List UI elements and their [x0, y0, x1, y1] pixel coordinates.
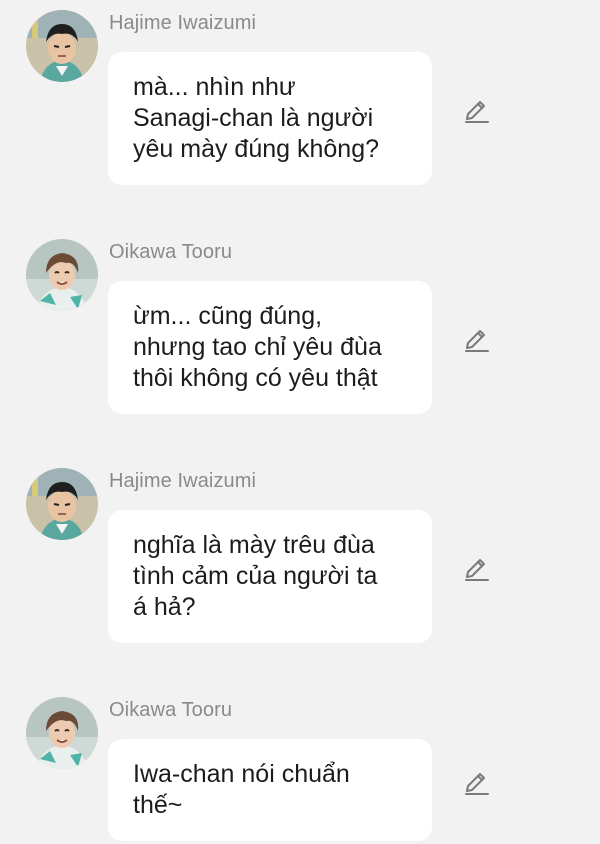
- pencil-icon[interactable]: [462, 96, 492, 126]
- chat-message: Oikawa Tooru Iwa-chan nói chuẩn thế~: [0, 697, 600, 844]
- sender-name: Hajime Iwaizumi: [109, 470, 257, 492]
- avatar-oikawa[interactable]: [26, 697, 98, 769]
- message-bubble[interactable]: Iwa-chan nói chuẩn thế~: [108, 739, 432, 841]
- sender-name: Oikawa Tooru: [109, 241, 233, 263]
- avatar-oikawa[interactable]: [26, 239, 98, 311]
- pencil-icon[interactable]: [462, 768, 492, 798]
- message-text: nghĩa là mày trêu đùa tình cảm của người…: [133, 531, 378, 621]
- pencil-icon[interactable]: [462, 554, 492, 584]
- message-text: Iwa-chan nói chuẩn thế~: [133, 760, 350, 819]
- avatar-iwaizumi[interactable]: [26, 10, 98, 82]
- message-text: ừm... cũng đúng, nhưng tao chỉ yêu đùa t…: [133, 302, 382, 392]
- pencil-icon[interactable]: [462, 325, 492, 355]
- message-bubble[interactable]: mà... nhìn như Sanagi-chan là người yêu …: [108, 52, 432, 185]
- message-text: mà... nhìn như Sanagi-chan là người yêu …: [133, 73, 380, 163]
- chat-message: Oikawa Tooru ừm... cũng đúng, nhưng tao …: [0, 239, 600, 419]
- sender-name: Hajime Iwaizumi: [109, 12, 257, 34]
- avatar-iwaizumi[interactable]: [26, 468, 98, 540]
- chat-message: Hajime Iwaizumi nghĩa là mày trêu đùa tì…: [0, 468, 600, 648]
- sender-name: Oikawa Tooru: [109, 699, 233, 721]
- chat-message: Hajime Iwaizumi mà... nhìn như Sanagi-ch…: [0, 10, 600, 190]
- message-bubble[interactable]: ừm... cũng đúng, nhưng tao chỉ yêu đùa t…: [108, 281, 432, 414]
- message-bubble[interactable]: nghĩa là mày trêu đùa tình cảm của người…: [108, 510, 432, 643]
